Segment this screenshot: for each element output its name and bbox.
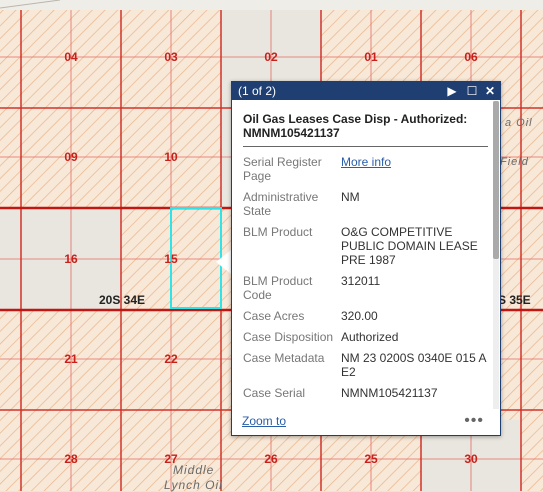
attribute-row: Administrative State NM	[243, 190, 492, 225]
attribute-key: Serial Register Page	[243, 155, 322, 183]
attribute-row: BLM Product Code 312011	[243, 274, 492, 309]
zoom-to-link[interactable]: Zoom to	[242, 414, 286, 428]
attribute-key: Case Acres	[243, 309, 305, 323]
attribute-value: 320.00	[341, 309, 378, 323]
section-label: 28	[64, 452, 78, 466]
attribute-key: BLM Product Code	[243, 274, 313, 302]
attribute-value: Authorized	[341, 330, 399, 344]
attribute-value: NM 23 0200S 0340E 015 A E2	[341, 351, 486, 379]
more-info-link[interactable]: More info	[341, 155, 391, 169]
section-label: 09	[64, 150, 78, 164]
section-label: 03	[164, 50, 178, 64]
attribute-value: O&G COMPETITIVE PUBLIC DOMAIN LEASE PRE …	[341, 225, 478, 267]
attribute-row: Case Serial NMNM105421137	[243, 386, 492, 407]
next-feature-icon[interactable]: ▶	[444, 82, 460, 100]
section-label: 25	[364, 452, 378, 466]
close-icon[interactable]: ✕	[482, 82, 498, 100]
oil-field-label: Field	[500, 156, 529, 168]
more-options-icon[interactable]: •••	[464, 412, 484, 430]
popup-pointer	[216, 250, 231, 274]
section-label: 10	[164, 150, 178, 164]
section-label: 15	[164, 252, 178, 266]
section-label: 02	[264, 50, 278, 64]
attribute-key: Case Disposition	[243, 330, 334, 344]
feature-popup: (1 of 2) ▶ ☐ ✕ Oil Gas Leases Case Disp …	[231, 81, 501, 436]
attribute-row: Case Metadata NM 23 0200S 0340E 015 A E2	[243, 351, 492, 386]
maximize-icon[interactable]: ☐	[464, 82, 480, 100]
township-label: 20S 34E	[99, 293, 146, 307]
section-label: 16	[64, 252, 78, 266]
section-label: 04	[64, 50, 78, 64]
attribute-row: Case Disposition Authorized	[243, 330, 492, 351]
attribute-row: BLM Product O&G COMPETITIVE PUBLIC DOMAI…	[243, 225, 492, 274]
section-label: 01	[364, 50, 378, 64]
popup-scrollbar[interactable]	[493, 101, 499, 409]
feature-counter: (1 of 2)	[238, 84, 277, 98]
section-label: 06	[464, 50, 478, 64]
place-label: Lynch Oil	[164, 478, 223, 492]
attribute-key: Administrative State	[243, 190, 319, 218]
oil-field-label: a Oil	[505, 117, 533, 129]
section-label: 30	[464, 452, 478, 466]
popup-content[interactable]: Oil Gas Leases Case Disp - Authorized: N…	[232, 100, 492, 409]
attribute-key: Case Serial	[243, 386, 306, 400]
scrollbar-thumb[interactable]	[493, 101, 499, 259]
section-label: 22	[164, 352, 178, 366]
section-label: 21	[64, 352, 78, 366]
attribute-key: Case Metadata	[243, 351, 325, 365]
section-label: 26	[264, 452, 278, 466]
popup-footer: Zoom to •••	[232, 409, 500, 435]
attribute-key: BLM Product	[243, 225, 313, 239]
township-label: S 35E	[498, 293, 531, 307]
attribute-value: NM	[341, 190, 360, 204]
attribute-table: Serial Register Page More info Administr…	[243, 155, 492, 407]
popup-title: Oil Gas Leases Case Disp - Authorized: N…	[243, 112, 488, 147]
popup-header: (1 of 2) ▶ ☐ ✕	[232, 82, 500, 100]
place-label: Middle	[173, 463, 215, 477]
attribute-value: NMNM105421137	[341, 386, 438, 400]
attribute-row: Case Acres 320.00	[243, 309, 492, 330]
attribute-value: 312011	[341, 274, 381, 288]
attribute-row: Serial Register Page More info	[243, 155, 492, 190]
